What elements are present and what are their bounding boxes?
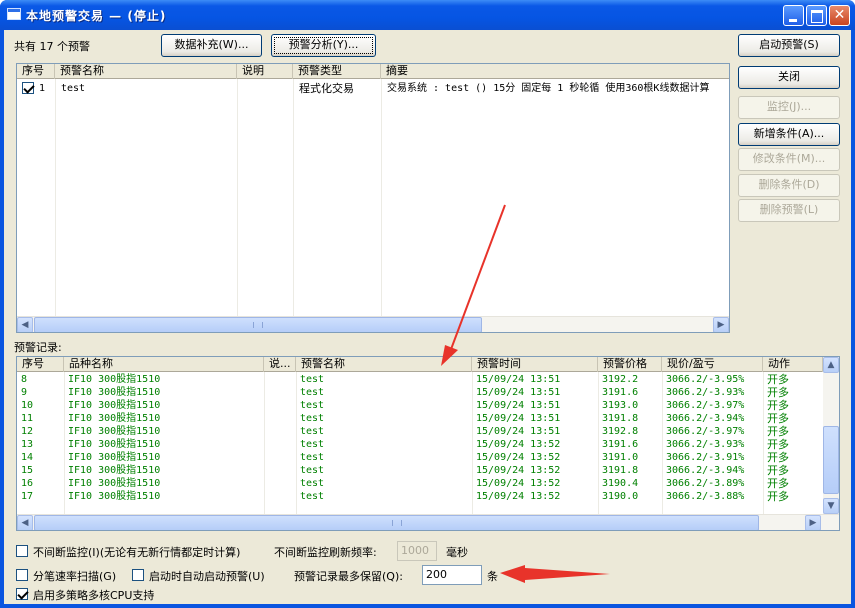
annotation-arrows — [441, 204, 610, 583]
annotation-arrow-line — [449, 204, 506, 353]
annotation-arrow-horizontal — [500, 565, 610, 583]
annotation-arrowhead — [441, 345, 458, 366]
window-frame: 本地预警交易 — (停止) ✕ 共有 17 个预警 数据补充(W)... 预警分… — [0, 0, 855, 608]
